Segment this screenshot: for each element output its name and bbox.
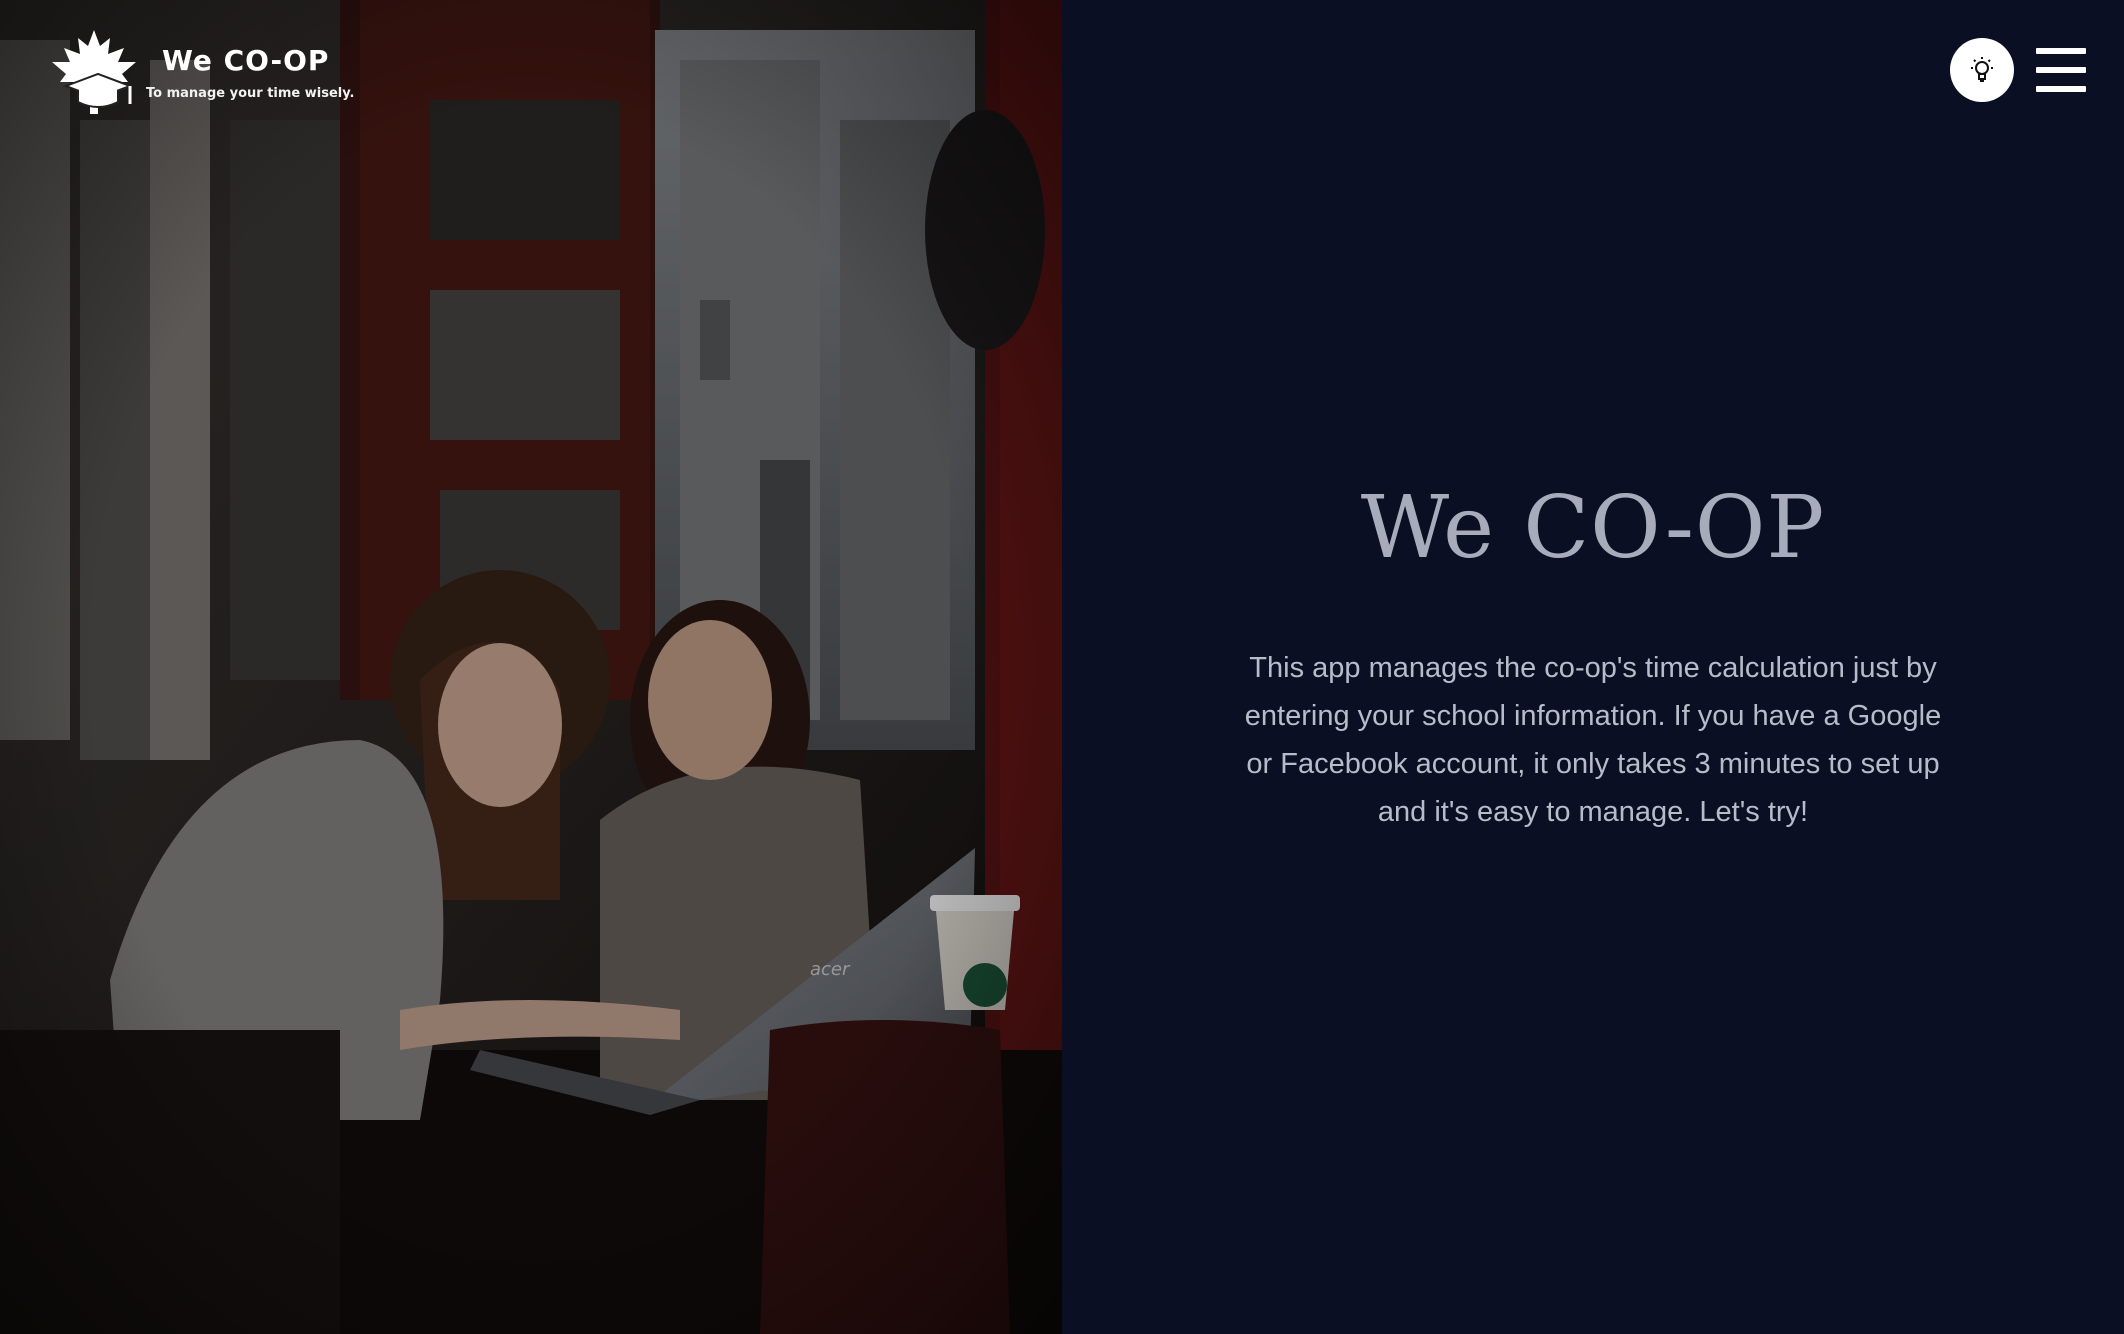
hamburger-menu-icon <box>2036 48 2086 54</box>
lightbulb-icon <box>1971 57 1993 82</box>
hero-photo: acer <box>0 0 1062 1334</box>
hamburger-menu-icon-bar <box>2036 86 2086 92</box>
brand-logo[interactable]: We CO-OP To manage your time wisely. <box>46 24 354 120</box>
theme-toggle-button[interactable] <box>1950 38 2014 102</box>
hero-description: This app manages the co-op's time calcul… <box>1244 652 1942 828</box>
brand-name: We CO-OP <box>162 44 330 77</box>
brand-tagline: To manage your time wisely. <box>146 86 355 101</box>
hamburger-menu-icon-bar <box>2036 67 2086 73</box>
maple-leaf-graduation-cap-icon <box>52 30 136 114</box>
hamburger-menu-button[interactable] <box>2036 48 2086 92</box>
landing-page: acer We CO-OP To manage your time wisely… <box>0 0 2124 1334</box>
hero-title: We CO-OP <box>1360 478 1826 578</box>
